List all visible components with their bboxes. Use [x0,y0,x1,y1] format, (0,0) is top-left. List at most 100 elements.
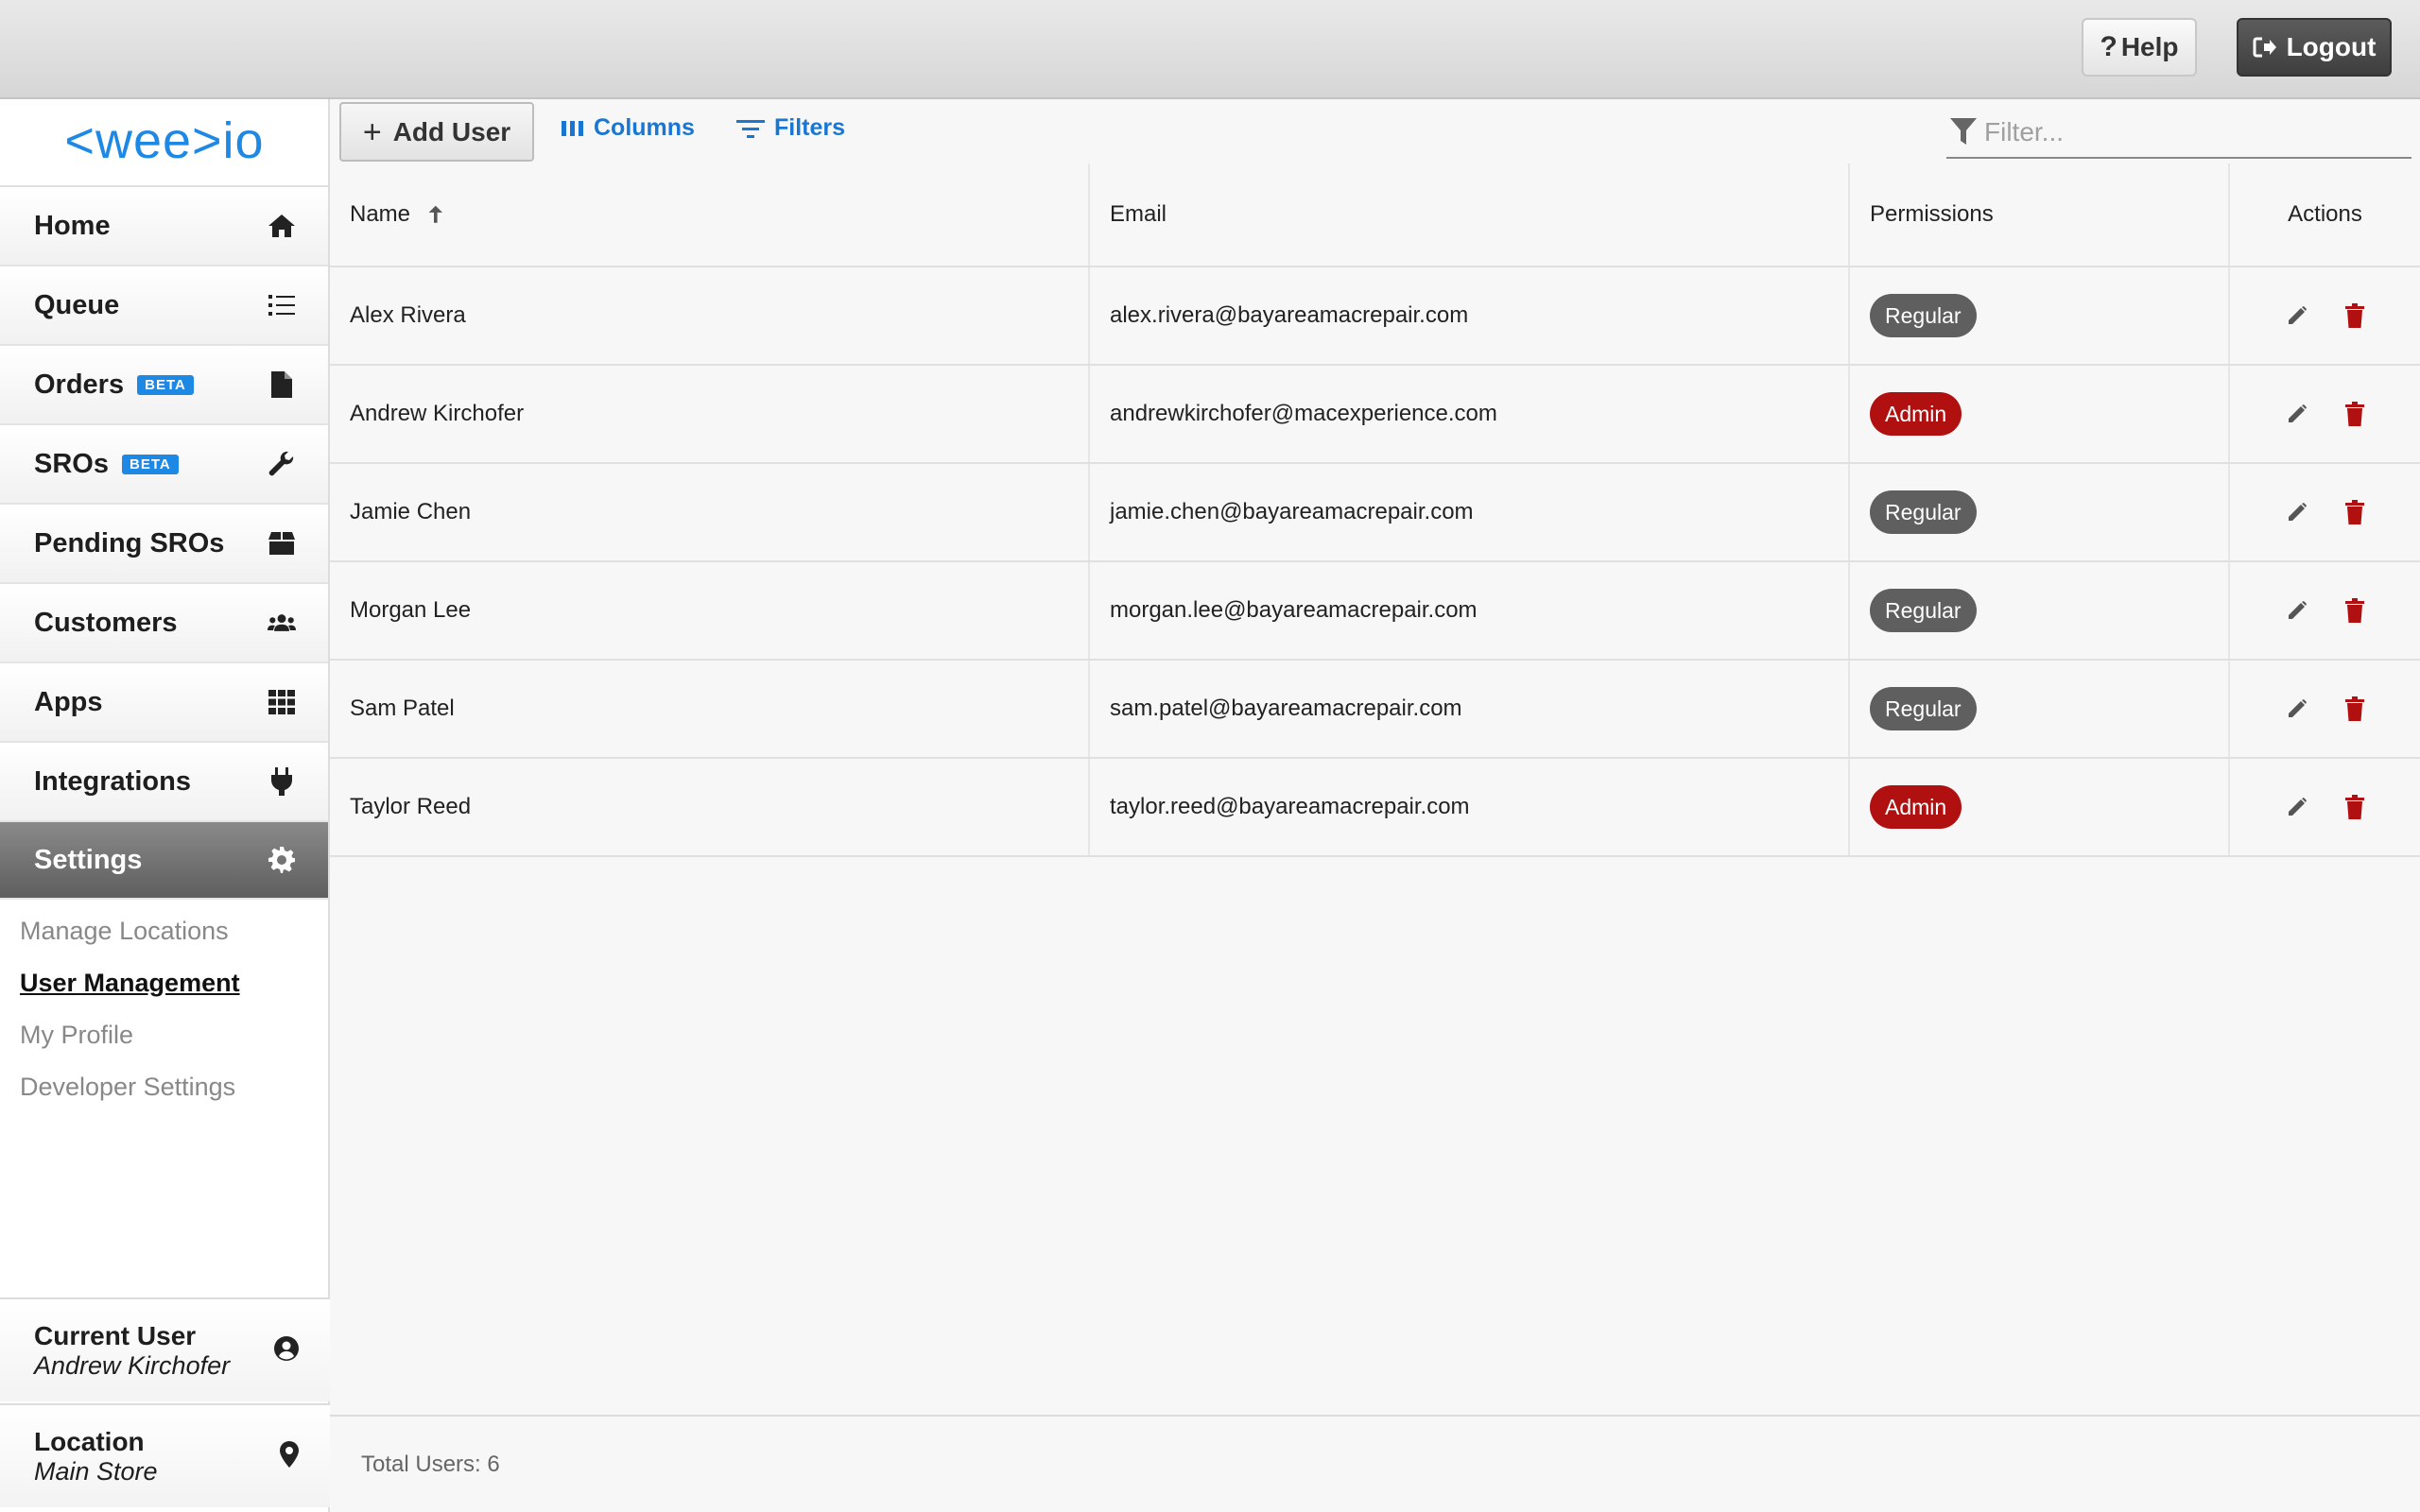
beta-badge: BETA [121,454,179,474]
sidebar-item-sros[interactable]: SROs BETA [0,425,328,505]
filter-lines-icon [736,119,765,138]
help-button[interactable]: ? Help [2082,18,2197,77]
box-icon [268,529,296,558]
cell-actions [2230,464,2420,560]
wrench-icon [268,450,296,478]
table-row[interactable]: Sam Patel sam.patel@bayareamacrepair.com… [330,661,2420,759]
cell-permission: Regular [1850,661,2230,757]
cell-email: sam.patel@bayareamacrepair.com [1090,661,1850,757]
subnav-user-management[interactable]: User Management [20,959,328,1011]
sidebar-item-settings[interactable]: Settings [0,822,328,900]
delete-trash-icon[interactable] [2344,696,2364,721]
weeio-logo: <wee>io [64,116,264,169]
location-name: Main Store [34,1456,158,1486]
add-user-button[interactable]: + Add User [339,102,534,162]
cell-permission: Admin [1850,759,2230,855]
sidebar-item-customers[interactable]: Customers [0,584,328,663]
cell-actions [2230,759,2420,855]
sidebar-item-home[interactable]: Home [0,187,328,266]
quick-filter [1946,107,2411,159]
filters-button[interactable]: Filters [736,114,845,142]
logout-button[interactable]: Logout [2237,18,2392,77]
table-row[interactable]: Jamie Chen jamie.chen@bayareamacrepair.c… [330,464,2420,562]
columns-button[interactable]: Columns [562,114,695,142]
plug-icon [268,767,296,796]
cell-email: jamie.chen@bayareamacrepair.com [1090,464,1850,560]
gear-icon [268,846,296,874]
cell-actions [2230,562,2420,659]
grid-toolbar: + Add User Columns Filters [330,99,2420,163]
current-user-title: Current User [34,1320,197,1350]
subnav-developer-settings[interactable]: Developer Settings [20,1063,328,1115]
plus-icon: + [362,113,382,150]
users-table: Name Email Permissions Actions Alex Rive… [330,163,2420,857]
permission-badge: Regular [1870,589,1977,632]
beta-badge: BETA [137,374,194,395]
logo[interactable]: <wee>io [0,99,328,187]
edit-pencil-icon[interactable] [2287,502,2308,523]
map-pin-icon [279,1440,300,1472]
cell-permission: Regular [1850,464,2230,560]
column-header-permissions[interactable]: Permissions [1850,163,2230,266]
cell-email: morgan.lee@bayareamacrepair.com [1090,562,1850,659]
table-body: Alex Rivera alex.rivera@bayareamacrepair… [330,267,2420,857]
location-title: Location [34,1426,145,1456]
cell-name: Alex Rivera [330,267,1090,364]
location-card[interactable]: Location Main Store [0,1403,330,1507]
delete-trash-icon[interactable] [2344,402,2364,426]
delete-trash-icon[interactable] [2344,598,2364,623]
permission-badge: Admin [1870,785,1962,829]
subnav-manage-locations[interactable]: Manage Locations [20,907,328,959]
columns-icon [562,120,583,136]
settings-subnav: Manage Locations User Management My Prof… [0,900,328,1115]
cell-name: Jamie Chen [330,464,1090,560]
table-row[interactable]: Alex Rivera alex.rivera@bayareamacrepair… [330,267,2420,366]
delete-trash-icon[interactable] [2344,795,2364,819]
cell-actions [2230,366,2420,462]
edit-pencil-icon[interactable] [2287,698,2308,719]
permission-badge: Regular [1870,687,1977,730]
cell-email: taylor.reed@bayareamacrepair.com [1090,759,1850,855]
cell-actions [2230,267,2420,364]
table-footer: Total Users: 6 [330,1415,2420,1512]
users-icon [268,609,296,637]
current-user-name: Andrew Kirchofer [34,1350,231,1380]
cell-name: Morgan Lee [330,562,1090,659]
logout-icon [2253,37,2276,58]
sidebar-item-queue[interactable]: Queue [0,266,328,346]
table-row[interactable]: Taylor Reed taylor.reed@bayareamacrepair… [330,759,2420,857]
question-icon: ? [2100,31,2118,62]
edit-pencil-icon[interactable] [2287,404,2308,424]
cell-permission: Regular [1850,562,2230,659]
subnav-my-profile[interactable]: My Profile [20,1011,328,1063]
sidebar-item-pending-sros[interactable]: Pending SROs [0,505,328,584]
sidebar-item-integrations[interactable]: Integrations [0,743,328,822]
column-header-email[interactable]: Email [1090,163,1850,266]
cell-name: Andrew Kirchofer [330,366,1090,462]
delete-trash-icon[interactable] [2344,500,2364,524]
sidebar-item-apps[interactable]: Apps [0,663,328,743]
sidebar-item-orders[interactable]: Orders BETA [0,346,328,425]
table-row[interactable]: Andrew Kirchofer andrewkirchofer@macexpe… [330,366,2420,464]
grid-icon [268,688,296,716]
delete-trash-icon[interactable] [2344,303,2364,328]
column-header-name[interactable]: Name [330,163,1090,266]
table-header-row: Name Email Permissions Actions [330,163,2420,267]
user-circle-icon [273,1335,300,1366]
permission-badge: Regular [1870,490,1977,534]
list-icon [268,291,296,319]
edit-pencil-icon[interactable] [2287,797,2308,817]
current-user-card[interactable]: Current User Andrew Kirchofer [0,1297,330,1401]
total-users-count: Total Users: 6 [361,1451,500,1477]
edit-pencil-icon[interactable] [2287,305,2308,326]
edit-pencil-icon[interactable] [2287,600,2308,621]
funnel-icon [1950,117,1977,145]
svg-text:<wee>io: <wee>io [64,116,264,169]
cell-email: alex.rivera@bayareamacrepair.com [1090,267,1850,364]
filter-input[interactable] [1984,116,2400,147]
table-row[interactable]: Morgan Lee morgan.lee@bayareamacrepair.c… [330,562,2420,661]
file-icon [268,370,296,399]
sort-ascending-icon[interactable] [425,203,446,226]
cell-permission: Regular [1850,267,2230,364]
cell-name: Sam Patel [330,661,1090,757]
